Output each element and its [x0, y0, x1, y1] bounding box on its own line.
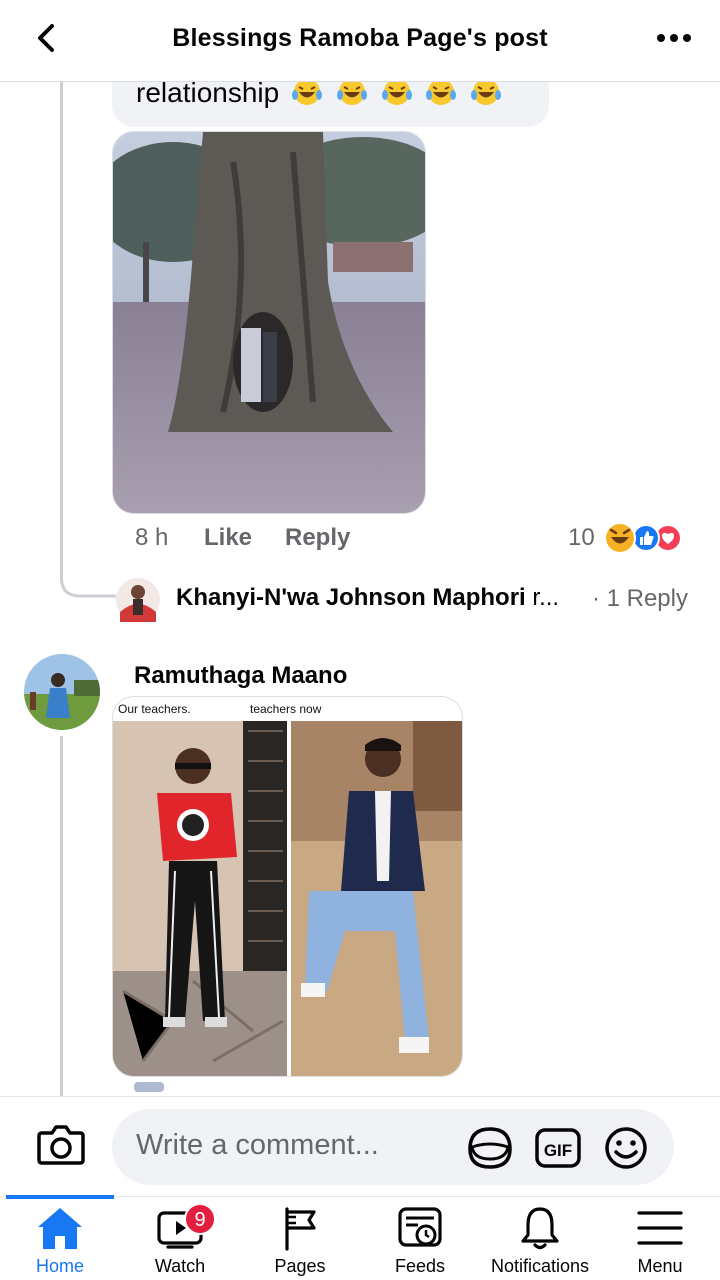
sticker-icon[interactable] [466, 1125, 514, 1171]
tab-menu-label: Menu [637, 1256, 683, 1276]
comment-composer: Write a comment... GIF [0, 1096, 720, 1196]
tab-menu[interactable]: Menu [600, 1197, 720, 1280]
home-icon [38, 1208, 82, 1249]
comment-author[interactable]: Ramuthaga Maano [134, 662, 347, 690]
like-button[interactable]: Like [204, 524, 252, 552]
avatar[interactable] [24, 654, 100, 730]
comment-2-actions-partial [120, 1082, 680, 1096]
svg-text:GIF: GIF [544, 1141, 572, 1160]
pages-icon [285, 1207, 316, 1251]
tab-home[interactable]: Home [0, 1197, 120, 1280]
thread-curve [60, 560, 116, 598]
gif-icon[interactable]: GIF [534, 1125, 582, 1171]
post-header: Blessings Ramoba Page's post [0, 0, 720, 82]
reply-truncated-text: r... [532, 584, 560, 611]
watch-badge: 9 [184, 1203, 216, 1235]
reaction-icons[interactable] [602, 520, 698, 556]
comment-photo-meme[interactable]: Our teachers. teachers now [112, 696, 463, 1077]
reaction-count[interactable]: 10 [568, 524, 595, 552]
meme-left-caption: Our teachers. [118, 702, 191, 716]
page-title: Blessings Ramoba Page's post [172, 24, 548, 52]
comment-placeholder: Write a comment... [136, 1129, 379, 1161]
tab-feeds-label: Feeds [394, 1256, 446, 1276]
tree-photo-image [113, 132, 425, 513]
tab-watch[interactable]: 9 Watch [120, 1197, 240, 1280]
thread-line [60, 82, 63, 582]
tab-feeds[interactable]: Feeds [360, 1197, 480, 1280]
tab-pages-label: Pages [274, 1256, 326, 1276]
thread-line-2 [60, 736, 63, 1096]
reply-author-name: Khanyi-N'wa Johnson Maphori [176, 584, 526, 611]
bell-icon [521, 1207, 559, 1250]
avatar [116, 578, 160, 622]
reply-button[interactable]: Reply [285, 524, 350, 552]
camera-icon[interactable] [36, 1121, 86, 1167]
tab-notifications-label: Notifications [490, 1256, 590, 1276]
comment-bubble: relationship [112, 77, 549, 127]
tab-watch-label: Watch [154, 1256, 206, 1276]
tab-notifications[interactable]: Notifications [480, 1197, 600, 1280]
tab-pages[interactable]: Pages [240, 1197, 360, 1280]
bottom-nav: Home 9 Watch Pages Feeds Notifications M… [0, 1195, 720, 1280]
reply-count[interactable]: · 1 Reply [592, 585, 688, 613]
more-options-icon[interactable] [656, 30, 692, 46]
feeds-icon [398, 1207, 442, 1247]
comment-input[interactable]: Write a comment... GIF [112, 1109, 674, 1185]
meme-image [113, 721, 462, 1076]
reply-author: Khanyi-N'wa Johnson Maphori r... [176, 584, 559, 612]
tab-home-label: Home [35, 1256, 84, 1276]
menu-icon [637, 1211, 683, 1245]
reply-preview[interactable]: Khanyi-N'wa Johnson Maphori r... · 1 Rep… [114, 576, 704, 622]
emoji-icon[interactable] [602, 1125, 650, 1171]
meme-right-caption: teachers now [250, 702, 322, 716]
comment-time: 8 h [135, 524, 169, 551]
comment-photo-tree[interactable] [112, 131, 426, 514]
